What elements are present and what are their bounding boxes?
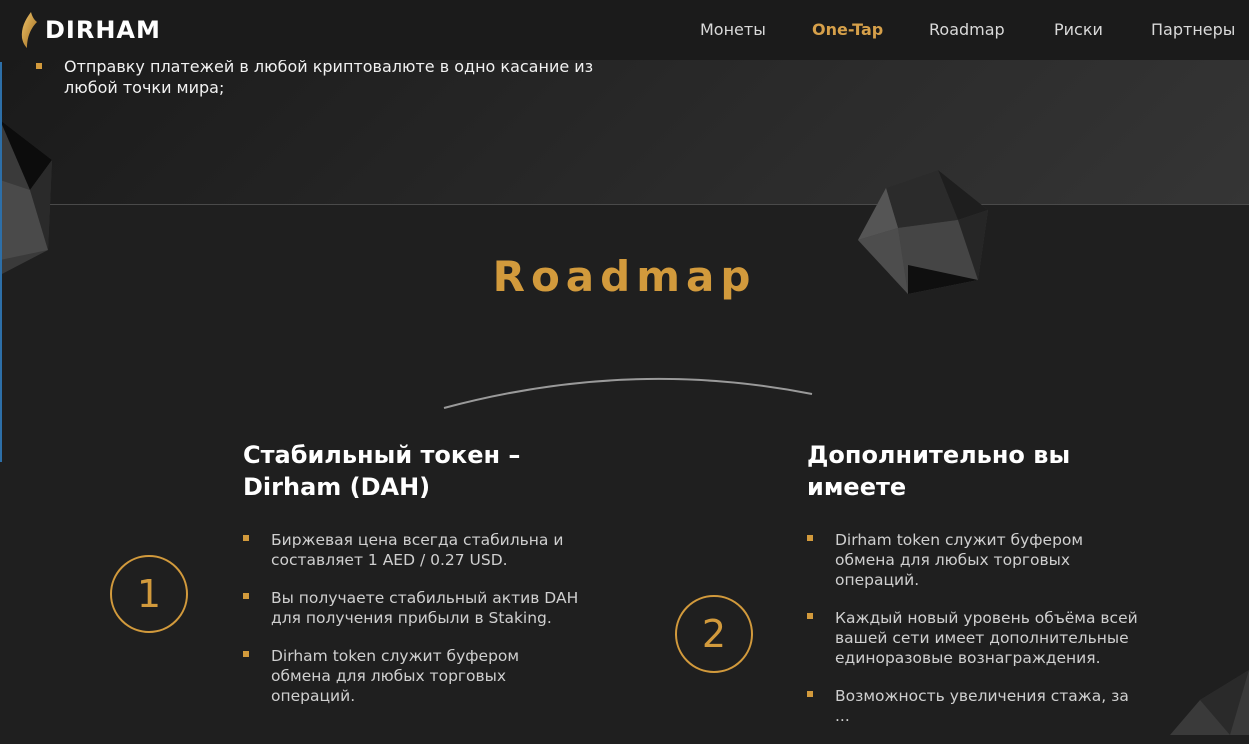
step-1-number: 1 [136,572,162,616]
bullet-marker-icon [243,651,249,657]
step-1-circle: 1 [110,555,188,633]
bullet-marker-icon [807,691,813,697]
logo[interactable]: DIRHAM [17,12,161,48]
bullet-marker-icon [243,535,249,541]
polyhedron-bottom-right-icon [1170,670,1249,735]
list-item: Каждый новый уровень объёма всей вашей с… [807,608,1147,668]
nav-item-partners[interactable]: Партнеры [1151,20,1235,39]
hero-bullet-text: Отправку платежей в любой криптовалюте в… [64,57,594,97]
step-2-circle: 2 [675,595,753,673]
list-item: Вы получаете стабильный актив DAH для по… [243,588,583,628]
decorative-arc [443,377,813,409]
bullet-marker-icon [243,593,249,599]
nav-item-roadmap[interactable]: Roadmap [929,20,1005,39]
bullet-marker-icon [807,535,813,541]
list-item: Dirham token служит буфером обмена для л… [807,530,1147,590]
list-item: Dirham token служит буфером обмена для л… [243,646,583,706]
nav-item-coins[interactable]: Монеты [700,20,766,39]
logo-mark-icon [21,12,37,48]
column-2-list: Dirham token служит буфером обмена для л… [807,530,1147,744]
column-2-title: Дополнительно вы имеете [807,441,1071,501]
column-1-title: Стабильный токен – Dirham (DAH) [243,441,521,501]
list-item: Возможность увеличения стажа, за ... [807,686,1147,726]
step-2-number: 2 [701,612,727,656]
section-title: Roadmap [492,252,757,301]
nav-item-risks[interactable]: Риски [1054,20,1103,39]
bullet-marker-icon [807,613,813,619]
column-1-list: Биржевая цена всегда стабильна и составл… [243,530,583,724]
list-item: Биржевая цена всегда стабильна и составл… [243,530,583,570]
hero-bullet: Отправку платежей в любой криптовалюте в… [36,56,596,98]
logo-text: DIRHAM [45,16,161,44]
nav-item-one-tap[interactable]: One-Tap [812,20,883,39]
bullet-marker-icon [36,63,42,69]
site-header: DIRHAM Монеты One-Tap Roadmap Риски Парт… [0,0,1249,60]
